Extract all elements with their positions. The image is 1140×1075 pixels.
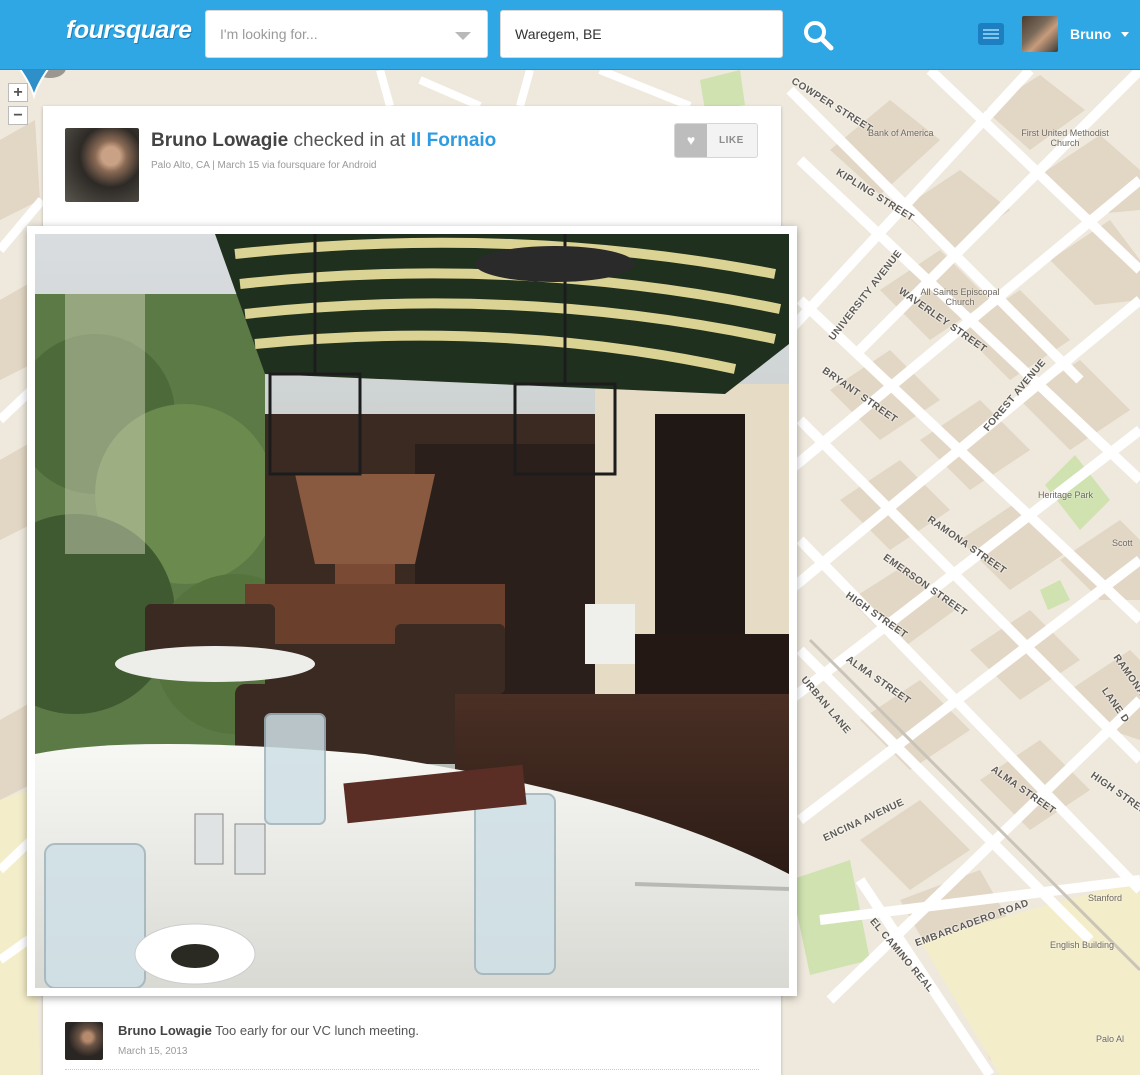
poi-label: Stanford: [1088, 893, 1123, 903]
checkin-verb: checked in at: [288, 130, 411, 151]
search-icon[interactable]: [800, 17, 836, 53]
poi-label: Palo Al: [1096, 1034, 1125, 1044]
like-button[interactable]: ♥ LIKE: [674, 123, 758, 158]
divider: [65, 1069, 759, 1070]
checkin-card: Bruno Lowagie checked in at Il Fornaio P…: [27, 106, 797, 1075]
checkin-headline: Bruno Lowagie checked in at Il Fornaio: [151, 130, 496, 152]
poi-label: Scott: [1112, 538, 1133, 548]
zoom-in-button[interactable]: +: [8, 83, 28, 102]
avatar[interactable]: [65, 1022, 103, 1060]
notifications-icon[interactable]: [978, 23, 1004, 45]
location-input[interactable]: [513, 25, 747, 43]
like-label: LIKE: [719, 135, 744, 146]
checkin-photo[interactable]: [27, 226, 797, 996]
comment-user-link[interactable]: Bruno Lowagie: [118, 1023, 212, 1038]
zoom-out-button[interactable]: −: [8, 106, 28, 125]
venue-link[interactable]: Il Fornaio: [411, 130, 497, 151]
poi-label: Heritage Park: [1038, 490, 1094, 500]
comment-text: Too early for our VC lunch meeting.: [211, 1023, 420, 1038]
foursquare-logo[interactable]: foursquare: [66, 16, 192, 45]
heart-icon: ♥: [675, 124, 707, 157]
poi-label: First United Methodist Church: [1021, 128, 1109, 148]
restaurant-patio-photo: [35, 234, 789, 988]
chevron-down-icon[interactable]: [455, 32, 471, 40]
chevron-down-icon[interactable]: [1121, 32, 1129, 37]
top-bar: foursquare Bruno: [0, 0, 1140, 70]
checkin-comment: Bruno Lowagie Too early for our VC lunch…: [118, 1023, 419, 1038]
user-menu[interactable]: Bruno: [1070, 26, 1111, 42]
avatar[interactable]: [65, 128, 139, 202]
poi-label: All Saints Episcopal Church: [920, 287, 1000, 307]
location-search-field[interactable]: [500, 10, 783, 58]
user-name-link[interactable]: Bruno Lowagie: [151, 130, 288, 151]
poi-label: Bank of America: [868, 128, 934, 138]
category-search-field[interactable]: [205, 10, 488, 58]
category-search-input[interactable]: [218, 25, 452, 43]
avatar[interactable]: [1022, 16, 1058, 52]
comment-date: March 15, 2013: [118, 1046, 188, 1057]
checkin-meta: Palo Alto, CA | March 15 via foursquare …: [151, 160, 377, 171]
poi-label: English Building: [1050, 940, 1115, 950]
